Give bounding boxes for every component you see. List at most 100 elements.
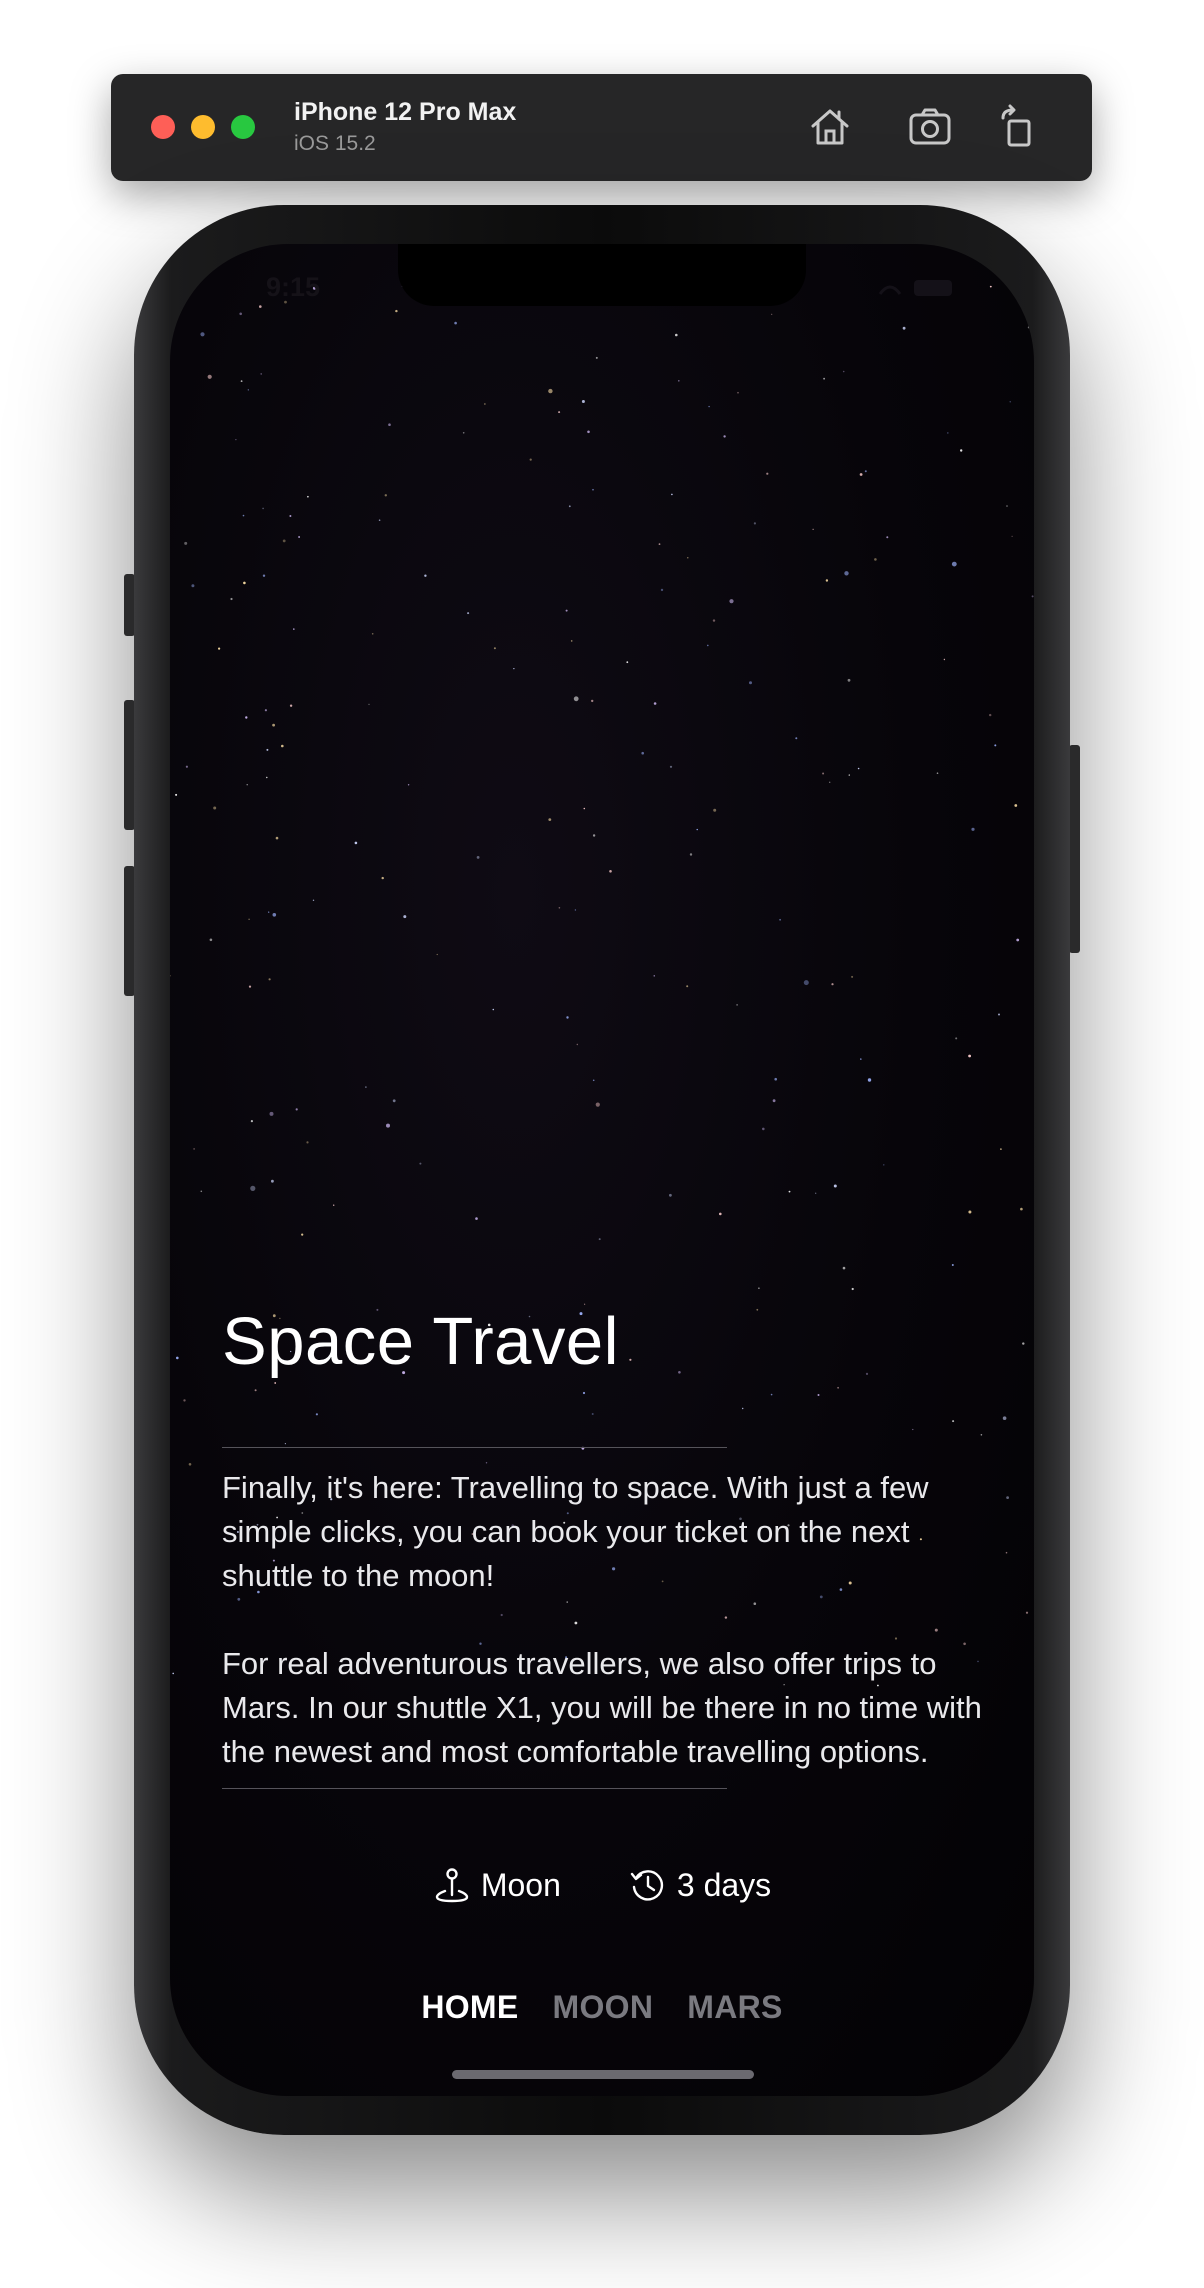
star (271, 1179, 274, 1183)
star (583, 807, 586, 810)
star (1014, 804, 1018, 807)
star (883, 1164, 885, 1166)
star (260, 373, 262, 375)
star (844, 571, 849, 576)
star (245, 716, 248, 719)
star (762, 1127, 765, 1131)
star (264, 709, 267, 712)
star (829, 781, 831, 783)
star (289, 515, 292, 517)
star (295, 1108, 298, 1111)
minimize-window-button[interactable] (191, 115, 215, 139)
star (403, 915, 407, 919)
star (822, 772, 825, 775)
status-time: 9:15 (266, 272, 321, 302)
star (825, 579, 829, 582)
star (753, 522, 757, 525)
star (207, 374, 212, 379)
star (218, 647, 221, 650)
power-button[interactable] (1069, 745, 1080, 953)
star (994, 744, 997, 747)
star (902, 326, 906, 330)
star (675, 333, 678, 337)
star (493, 647, 496, 650)
star (772, 1099, 776, 1103)
star (184, 541, 188, 545)
star (268, 911, 270, 913)
star (476, 856, 480, 859)
star (729, 599, 734, 604)
tab-home[interactable]: HOME (421, 1989, 518, 2026)
star (581, 400, 585, 403)
star (749, 681, 752, 685)
star (598, 1238, 601, 1241)
star (951, 561, 957, 567)
rotate-icon[interactable] (995, 104, 1041, 150)
star (272, 723, 275, 727)
star (548, 818, 552, 821)
close-window-button[interactable] (151, 115, 175, 139)
star (660, 588, 664, 592)
star (609, 870, 612, 873)
star (293, 628, 295, 630)
notch (398, 244, 806, 306)
star (595, 356, 598, 359)
starfield-background (170, 285, 1034, 1687)
star (259, 305, 262, 308)
star (573, 696, 579, 702)
star (558, 411, 561, 414)
star (230, 597, 233, 601)
star (989, 285, 992, 288)
star (246, 784, 248, 786)
star (170, 975, 171, 977)
star (936, 772, 939, 774)
star (758, 1287, 760, 1289)
star (1016, 938, 1020, 942)
star (707, 644, 709, 647)
home-indicator[interactable] (452, 2070, 754, 2079)
star (696, 828, 698, 831)
star (289, 704, 293, 707)
star (298, 536, 300, 538)
star (851, 975, 854, 978)
screenshot-icon[interactable] (907, 104, 953, 150)
star (262, 574, 266, 577)
star (266, 776, 268, 779)
star (1027, 326, 1030, 329)
star (492, 1008, 495, 1011)
home-icon[interactable] (807, 104, 853, 150)
star (301, 1233, 304, 1236)
star (641, 751, 644, 755)
star (788, 1190, 791, 1193)
zoom-window-button[interactable] (231, 115, 255, 139)
star (436, 953, 438, 956)
star (592, 1079, 595, 1082)
star (185, 765, 188, 768)
star (971, 827, 975, 831)
star (968, 1054, 971, 1058)
tab-moon[interactable]: MOON (553, 1989, 654, 2026)
star (395, 309, 398, 313)
divider-top (222, 1447, 727, 1448)
star (595, 1102, 600, 1107)
star (736, 1004, 738, 1006)
star (968, 1210, 972, 1214)
star (842, 1266, 846, 1270)
star (407, 784, 410, 786)
star (779, 918, 781, 921)
star (250, 1120, 253, 1123)
star (384, 494, 387, 497)
star (266, 748, 269, 751)
star (592, 834, 596, 837)
star (454, 321, 457, 325)
star (529, 458, 532, 461)
star (239, 312, 242, 316)
star (175, 793, 178, 796)
star (943, 658, 946, 661)
star (188, 1463, 192, 1466)
star (570, 640, 573, 642)
star (626, 661, 629, 664)
tab-mars[interactable]: MARS (687, 1989, 782, 2026)
simulator-toolbar: iPhone 12 Pro Max iOS 15.2 (111, 74, 1092, 181)
star (848, 774, 850, 776)
